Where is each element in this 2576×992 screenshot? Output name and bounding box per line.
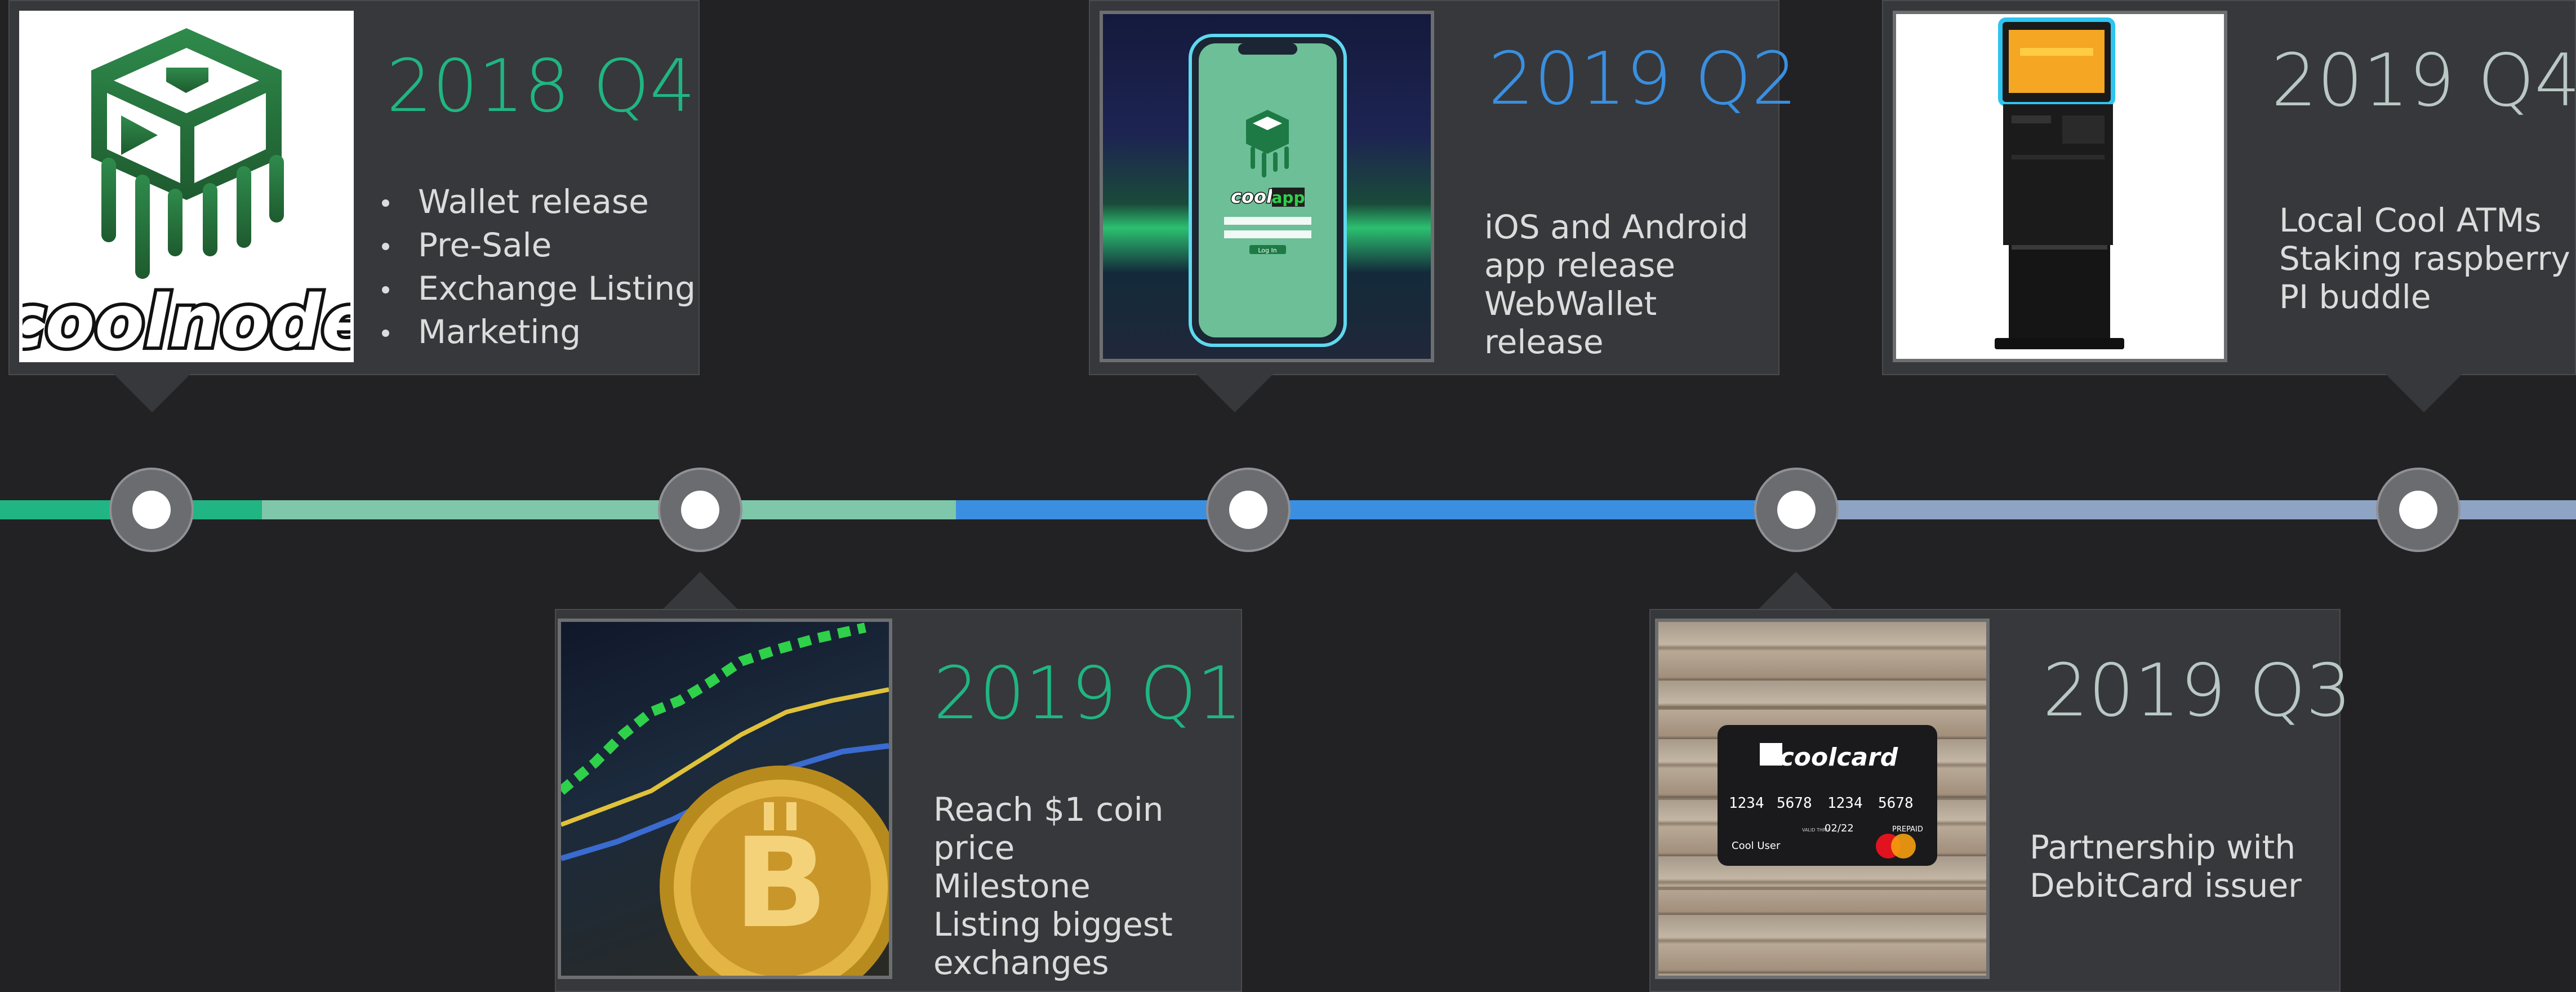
list-item: Exchange Listing [379,269,696,313]
list-item: Pre-Sale [379,226,696,269]
milestone-description: Local Cool ATMs Staking raspberry PI bud… [2279,201,2570,316]
node-dot [1229,491,1267,529]
description-line: Listing biggest [933,905,1173,944]
card-number-1: 1234 [1729,795,1764,812]
atm-kiosk-image [1893,11,2227,362]
timeline-node-2019-q2[interactable] [1206,468,1291,552]
milestone-card-2019-q3: coolcard 1234 5678 1234 5678 VALID THRU … [1649,609,2352,992]
node-dot [2399,491,2437,529]
milestone-card-2019-q1: B 2019 Q1 Reach $1 coin price Milestone … [555,609,1243,992]
coolnode-logo-image: coolnode [19,11,354,362]
coolcard-wordmark: coolcard [1779,743,1898,772]
description-line: DebitCard issuer [2030,866,2302,905]
card-pointer [114,374,190,412]
card-type: PREPAID [1892,825,1923,834]
milestone-description: Partnership with DebitCard issuer [2030,828,2302,905]
bitcoin-coin-image: B [558,619,892,979]
debit-card-icon: coolcard 1234 5678 1234 5678 VALID THRU … [1658,706,1986,890]
description-line: PI buddle [2279,278,2431,316]
description-line: exchanges [933,944,1109,982]
description-line: Local Cool ATMs [2279,201,2542,239]
milestone-title: 2019 Q4 [2271,39,2576,123]
description-line: Partnership with [2030,828,2296,866]
coolcard-debit-card-image: coolcard 1234 5678 1234 5678 VALID THRU … [1655,619,1990,979]
coolapp-badge: app [1272,188,1305,207]
description-line: app release [1484,246,1676,284]
card-pointer [2386,374,2462,412]
description-line: Staking raspberry [2279,239,2570,278]
node-dot [1777,491,1816,529]
card-holder: Cool User [1732,840,1781,852]
milestone-description: iOS and Android app release WebWallet re… [1484,208,1778,361]
description-line: Reach $1 coin price [933,790,1164,867]
coolapp-phone-image: cool app Log In [1100,11,1434,362]
timeline-node-2019-q4[interactable] [2376,468,2461,552]
node-dot [132,491,171,529]
atm-icon [1995,17,2124,349]
coolnode-wordmark: coolnode [23,280,350,359]
list-item: Marketing [379,313,696,356]
milestone-description: Reach $1 coin price Milestone Listing bi… [933,790,1241,982]
description-line: iOS and Android [1484,208,1749,246]
timeline-node-2018-q4[interactable] [109,468,194,552]
coolnode-logo-icon: coolnode [23,28,350,359]
milestone-card-2019-q2: cool app Log In 2019 Q2 iOS and Android … [1089,0,1798,375]
svg-text:B: B [733,811,828,955]
milestone-list: Wallet release Pre-Sale Exchange Listing… [379,183,696,356]
timeline-segment-light-green [262,500,956,519]
phone-icon: cool app Log In [1189,34,1347,347]
milestone-title: 2019 Q2 [1488,37,1798,121]
timeline-node-2019-q1[interactable] [658,468,742,552]
card-pointer [662,572,738,610]
timeline-segment-blue [956,500,1798,519]
milestone-title: 2019 Q3 [2043,649,2352,733]
description-line: Milestone [933,867,1091,905]
description-line: WebWallet release [1484,284,1657,361]
milestone-card-2019-q4: 2019 Q4 Local Cool ATMs Staking raspberr… [1882,0,2576,375]
milestone-title: 2018 Q4 [386,45,696,128]
card-number-3: 1234 [1827,795,1863,812]
timeline-node-2019-q3[interactable] [1754,468,1839,552]
card-expiry: 02/22 [1825,822,1854,834]
milestone-card-2018-q4: coolnode 2018 Q4 Wallet release Pre-Sale… [8,0,700,375]
coolapp-login-button: Log In [1258,247,1276,254]
card-pointer [1196,374,1273,412]
card-number-2: 5678 [1777,795,1812,812]
card-pointer [1758,572,1834,610]
card-number-4: 5678 [1878,795,1914,812]
list-item: Wallet release [379,183,696,226]
node-dot [681,491,719,529]
milestone-title: 2019 Q1 [933,652,1243,736]
coolapp-wordmark: cool [1231,186,1273,207]
bitcoin-icon: B [561,622,889,976]
